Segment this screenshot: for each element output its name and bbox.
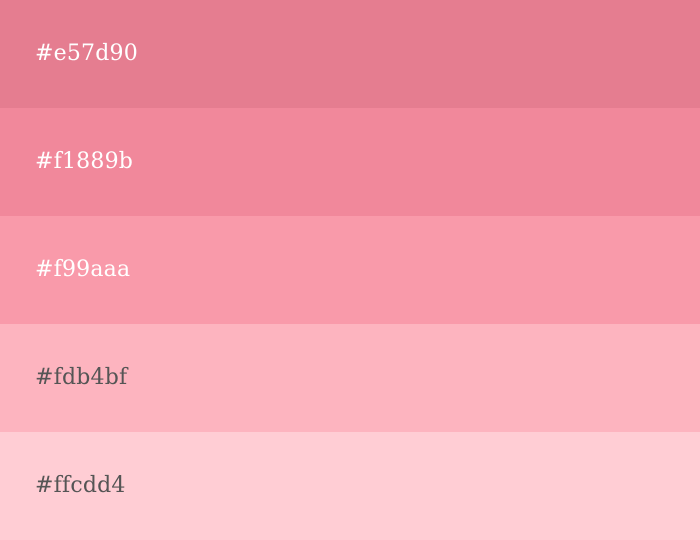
swatch-hex-label: #fdb4bf [35, 365, 128, 390]
swatch-hex-label: #e57d90 [35, 41, 138, 66]
color-swatch-5[interactable]: #ffcdd4 [0, 432, 700, 540]
swatch-hex-label: #ffcdd4 [35, 473, 126, 498]
swatch-hex-label: #f1889b [35, 149, 134, 174]
color-palette: #e57d90 #f1889b #f99aaa #fdb4bf #ffcdd4 [0, 0, 700, 540]
swatch-hex-label: #f99aaa [35, 257, 131, 282]
color-swatch-1[interactable]: #e57d90 [0, 0, 700, 108]
color-swatch-3[interactable]: #f99aaa [0, 216, 700, 324]
color-swatch-2[interactable]: #f1889b [0, 108, 700, 216]
color-swatch-4[interactable]: #fdb4bf [0, 324, 700, 432]
